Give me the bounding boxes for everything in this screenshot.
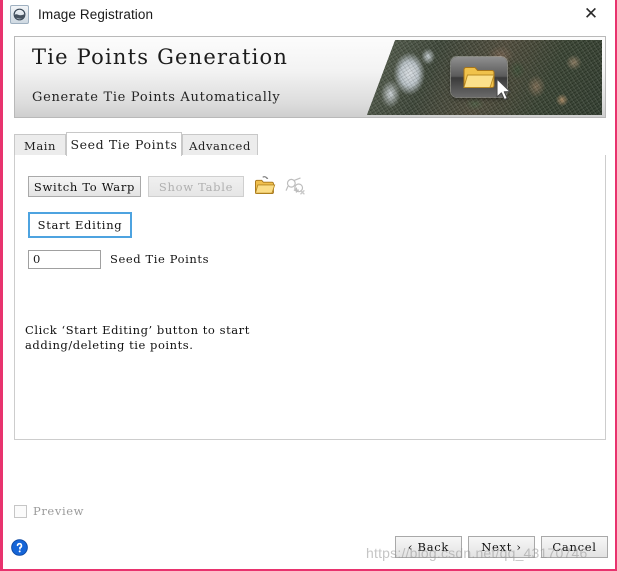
- help-icon[interactable]: [11, 539, 28, 556]
- switch-to-warp-button[interactable]: Switch To Warp: [28, 176, 141, 197]
- title-bar: Image Registration ✕: [3, 0, 615, 29]
- window-title: Image Registration: [38, 7, 154, 22]
- tab-main[interactable]: Main: [14, 134, 66, 156]
- image-registration-dialog: Image Registration ✕ Tie Points Generati…: [0, 0, 617, 571]
- mouse-cursor-icon: [496, 78, 511, 101]
- cancel-button[interactable]: Cancel: [541, 536, 608, 558]
- start-editing-button[interactable]: Start Editing: [28, 212, 132, 238]
- banner: Tie Points Generation Generate Tie Point…: [14, 36, 606, 118]
- show-table-button[interactable]: Show Table: [148, 176, 244, 197]
- seed-tie-points-panel: Switch To Warp Show Table Start Editing …: [14, 155, 606, 440]
- seed-tie-points-input[interactable]: 0: [28, 250, 101, 269]
- tab-advanced[interactable]: Advanced: [182, 134, 258, 156]
- add-tie-points-icon: [285, 177, 305, 195]
- banner-title: Tie Points Generation: [32, 45, 289, 69]
- app-icon: [10, 5, 29, 24]
- banner-subtitle: Generate Tie Points Automatically: [32, 90, 281, 105]
- preview-label: Preview: [33, 504, 85, 518]
- next-button[interactable]: Next ›: [468, 536, 535, 558]
- satellite-imagery: [367, 40, 602, 115]
- preview-checkbox[interactable]: [14, 504, 27, 518]
- tab-strip: Main Seed Tie Points Advanced: [14, 132, 606, 156]
- open-folder-icon[interactable]: [254, 175, 276, 197]
- back-button[interactable]: ‹ Back: [395, 536, 462, 558]
- tab-seed-tie-points[interactable]: Seed Tie Points: [66, 132, 182, 156]
- preview-row[interactable]: Preview: [14, 504, 84, 518]
- close-icon[interactable]: ✕: [573, 0, 609, 29]
- instruction-text: Click ‘Start Editing’ button to start ad…: [25, 323, 250, 352]
- seed-tie-points-label: Seed Tie Points: [110, 252, 210, 266]
